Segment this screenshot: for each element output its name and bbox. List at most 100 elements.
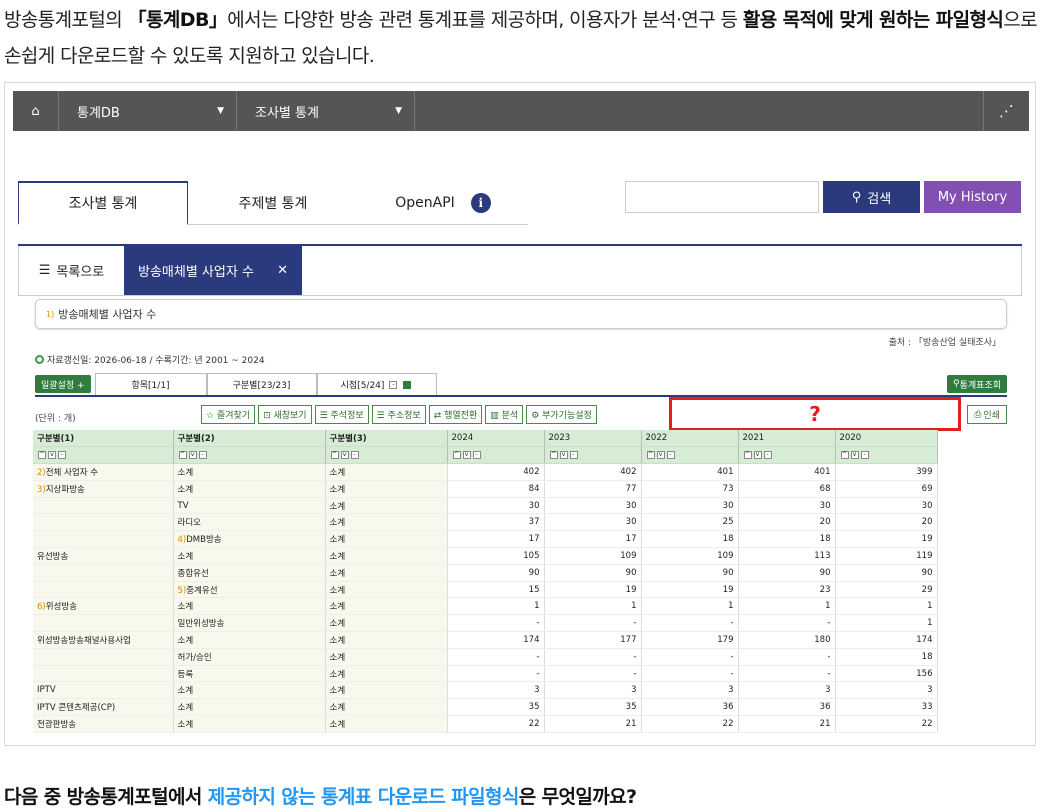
items-selector[interactable]: 항목[1/1] xyxy=(94,373,207,395)
hidden-download-button[interactable]: ? xyxy=(669,397,961,431)
info-icon[interactable]: i xyxy=(470,192,491,213)
table-cell: 소계 xyxy=(325,648,448,666)
print-button[interactable]: ⎙ 인쇄 xyxy=(967,405,1007,424)
cell-text: - xyxy=(730,618,734,629)
table-cell: 22 xyxy=(641,715,739,733)
cell-text: 69 xyxy=(921,483,933,494)
home-icon[interactable]: ⌂ xyxy=(13,91,59,131)
cell-text: 일반위성방송 xyxy=(177,619,225,630)
table-cell: 402 xyxy=(544,463,642,481)
tab-openapi[interactable]: OpenAPI i xyxy=(358,181,528,225)
search-input[interactable] xyxy=(625,181,819,213)
table-cell: 허가/승인 xyxy=(173,648,326,666)
bulk-settings-button[interactable]: 일괄설정 + xyxy=(35,375,91,393)
time-selector[interactable]: 시점[5/24] - xyxy=(316,373,437,395)
column-controls[interactable]: ^ v - xyxy=(544,446,642,465)
table-title: 1) 방송매체별 사업자 수 xyxy=(35,299,1007,329)
table-cell: 19 xyxy=(544,581,642,599)
cell-text: 22 xyxy=(722,718,734,729)
table-cell: 22 xyxy=(447,715,545,733)
search-icon: ⚲ xyxy=(851,189,862,205)
table-cell: 유선방송 xyxy=(33,547,174,565)
column-controls[interactable]: ^ v - xyxy=(173,446,326,465)
cell-text: 3 xyxy=(927,685,933,696)
column-controls[interactable]: ^ v - xyxy=(641,446,739,465)
address-info-button[interactable]: ☰ 주소정보 xyxy=(371,405,426,424)
table-toolbar: ☆ 즐겨찾기 ⊡ 새창보기 ☰ 주석정보 ☰ 주소정보 ⇄ 행열전환 ▥ 분석 … xyxy=(201,405,597,424)
menu-label: 조사별 통계 xyxy=(255,105,319,121)
table-row: 2)전체 사업자 수 소계 소계 402 402 401 401 399 xyxy=(33,463,938,481)
table-cell: 23 xyxy=(738,581,836,599)
menu-survey-stats[interactable]: 조사별 통계 ▼ xyxy=(237,91,415,131)
cell-text: 30 xyxy=(625,500,637,511)
column-controls[interactable]: ^ v - xyxy=(447,446,545,465)
new-window-button[interactable]: ⊡ 새창보기 xyxy=(258,405,312,424)
search-button[interactable]: ⚲ 검색 xyxy=(823,181,920,213)
tab-topic-stats[interactable]: 주제별 통계 xyxy=(188,181,358,225)
favorite-button[interactable]: ☆ 즐겨찾기 xyxy=(201,405,256,424)
question-highlight: 제공하지 않는 통계표 다운로드 파일형식 xyxy=(207,786,520,808)
table-cell: 30 xyxy=(641,497,739,515)
cell-text: 36 xyxy=(722,702,734,713)
table-row: 4)DMB방송 소계 17 17 18 18 19 xyxy=(33,530,938,549)
close-icon[interactable]: ✕ xyxy=(277,263,288,278)
column-controls[interactable]: ^ v - xyxy=(325,446,448,465)
table-cell: 4)DMB방송 xyxy=(173,530,326,549)
table-cell: 84 xyxy=(447,480,545,498)
view-table-label: 통계표조회 xyxy=(959,380,1001,391)
active-table-tab[interactable]: 방송매체별 사업자 수 ✕ xyxy=(124,246,302,295)
column-controls[interactable]: ^ v - xyxy=(738,446,836,465)
my-history-button[interactable]: My History xyxy=(924,181,1021,213)
pivot-button[interactable]: ⇄ 행열전환 xyxy=(428,405,483,424)
col-header: 2020 xyxy=(835,430,938,448)
table-cell: 1 xyxy=(544,597,642,616)
menu-statistics-db[interactable]: 통계DB ▼ xyxy=(59,91,237,131)
sub-tabs: ☰ 목록으로 방송매체별 사업자 수 ✕ xyxy=(18,246,1022,296)
table-cell: 77 xyxy=(544,480,642,498)
dropdown-icon[interactable] xyxy=(403,380,412,389)
tab-survey-stats[interactable]: 조사별 통계 xyxy=(18,181,188,225)
view-table-button[interactable]: ⚲ 통계표조회 xyxy=(947,375,1007,393)
extra-functions-button[interactable]: ⚙ 부가기능설정 xyxy=(526,405,597,424)
intro-part: 방송통계포털의 xyxy=(4,9,128,31)
table-row: IPTV 콘텐츠제공(CP) 소계 소계 35 35 36 36 33 xyxy=(33,698,938,717)
table-cell: 소계 xyxy=(325,513,448,532)
table-cell: 25 xyxy=(641,513,739,532)
col-header: 2023 xyxy=(544,430,642,448)
category-selector[interactable]: 구분별[23/23] xyxy=(206,373,317,395)
minus-icon[interactable]: - xyxy=(389,380,398,389)
table-cell: 소계 xyxy=(325,480,448,498)
table-row: IPTV 소계 소계 3 3 3 3 3 xyxy=(33,681,938,700)
table-cell: TV xyxy=(173,497,326,515)
table-cell: 전광판방송 xyxy=(33,715,174,733)
cell-text: - xyxy=(633,618,637,629)
table-cell: 174 xyxy=(835,631,938,649)
column-controls[interactable]: ^ v - xyxy=(33,446,174,465)
table-cell xyxy=(33,513,174,532)
back-to-list-button[interactable]: ☰ 목록으로 xyxy=(19,246,124,295)
table-cell: 399 xyxy=(835,463,938,481)
table-cell: 15 xyxy=(447,581,545,599)
table-row: 일반위성방송 소계 - - - - 1 xyxy=(33,614,938,633)
cell-text: 중계유선 xyxy=(186,585,218,596)
annotation-info-button[interactable]: ☰ 주석정보 xyxy=(314,405,369,424)
table-cell: 6)위성방송 xyxy=(33,597,174,616)
table-cell: 20 xyxy=(835,513,938,532)
table-cell: 소계 xyxy=(325,581,448,599)
table-cell: 소계 xyxy=(173,547,326,565)
column-controls[interactable]: ^ v - xyxy=(835,446,938,465)
chevron-down-icon: ▼ xyxy=(217,106,224,116)
cell-text: 30 xyxy=(625,517,637,528)
status-dot-icon xyxy=(35,355,44,364)
intro-part: 에서는 다양한 방송 관련 통계표를 제공하며, 이용자가 분석·연구 등 xyxy=(227,9,743,31)
cell-text: 등록 xyxy=(177,669,194,680)
table-cell: 401 xyxy=(641,463,739,481)
table-cell: 174 xyxy=(447,631,545,649)
analysis-button[interactable]: ▥ 분석 xyxy=(485,405,524,424)
update-info-text: 자료갱신일: 2026-06-18 / 수록기간: 년 2001 ~ 2024 xyxy=(47,356,265,366)
share-icon[interactable]: ⋰ xyxy=(983,91,1029,131)
main-tabs: 조사별 통계 주제별 통계 OpenAPI i xyxy=(18,181,528,225)
cell-text: 지상파방송 xyxy=(45,484,85,495)
cell-text: 22 xyxy=(528,718,540,729)
cell-text: 402 xyxy=(523,466,540,477)
